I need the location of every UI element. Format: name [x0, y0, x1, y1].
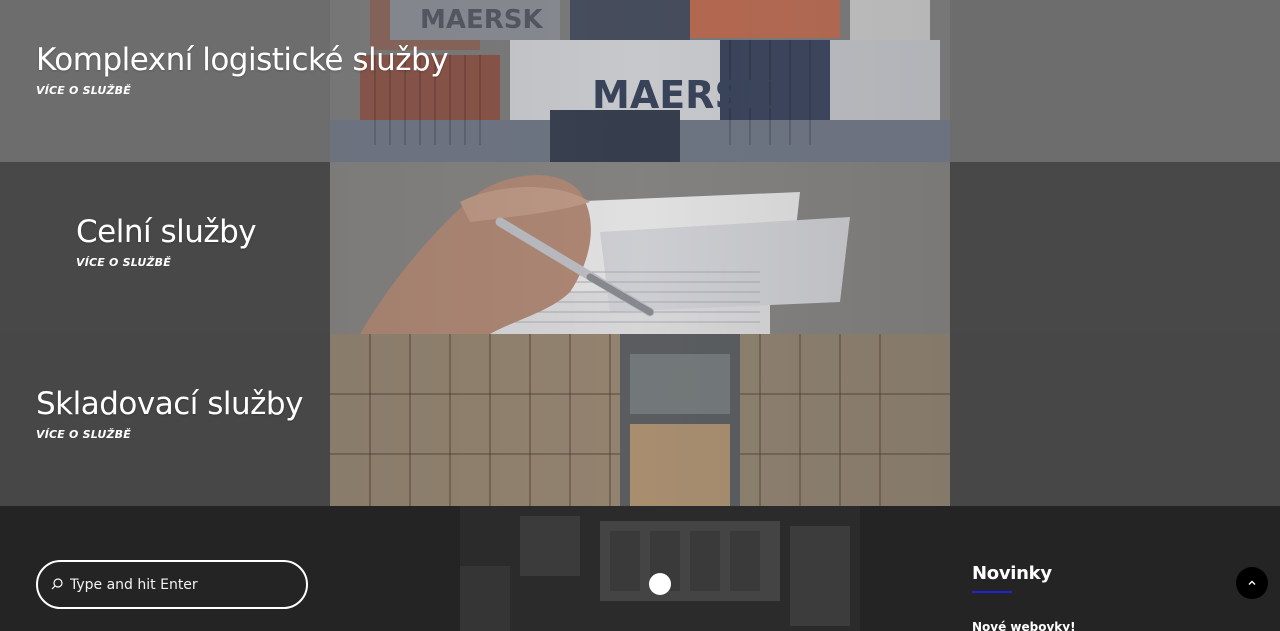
search-icon — [51, 578, 63, 590]
service-title: Komplexní logistické služby — [36, 42, 449, 78]
service-title: Celní služby — [76, 214, 257, 250]
map-marker-dot — [649, 573, 671, 595]
map-background — [460, 506, 860, 631]
service-customs: Celní služby VÍCE O SLUŽBĚ — [0, 162, 1280, 334]
service-more-link[interactable]: VÍCE O SLUŽBĚ — [36, 428, 131, 441]
news-item[interactable]: Nové webovky! — [972, 620, 1076, 631]
news-heading-underline — [972, 591, 1012, 593]
back-to-top-button[interactable] — [1236, 567, 1268, 599]
chevron-up-icon — [1248, 580, 1256, 585]
service-more-link[interactable]: VÍCE O SLUŽBĚ — [76, 256, 171, 269]
footer: Novinky Nové webovky! — [0, 506, 1280, 631]
service-more-link[interactable]: VÍCE O SLUŽBĚ — [36, 84, 131, 97]
search-box[interactable] — [36, 560, 308, 609]
search-input[interactable] — [70, 562, 300, 607]
service-title: Skladovací služby — [36, 386, 303, 422]
service-warehousing: Skladovací služby VÍCE O SLUŽBĚ — [0, 334, 1280, 506]
news-heading: Novinky — [972, 563, 1052, 584]
service-logistics: MAERSK MAERSK Komplexní logistické služb… — [0, 0, 1280, 162]
